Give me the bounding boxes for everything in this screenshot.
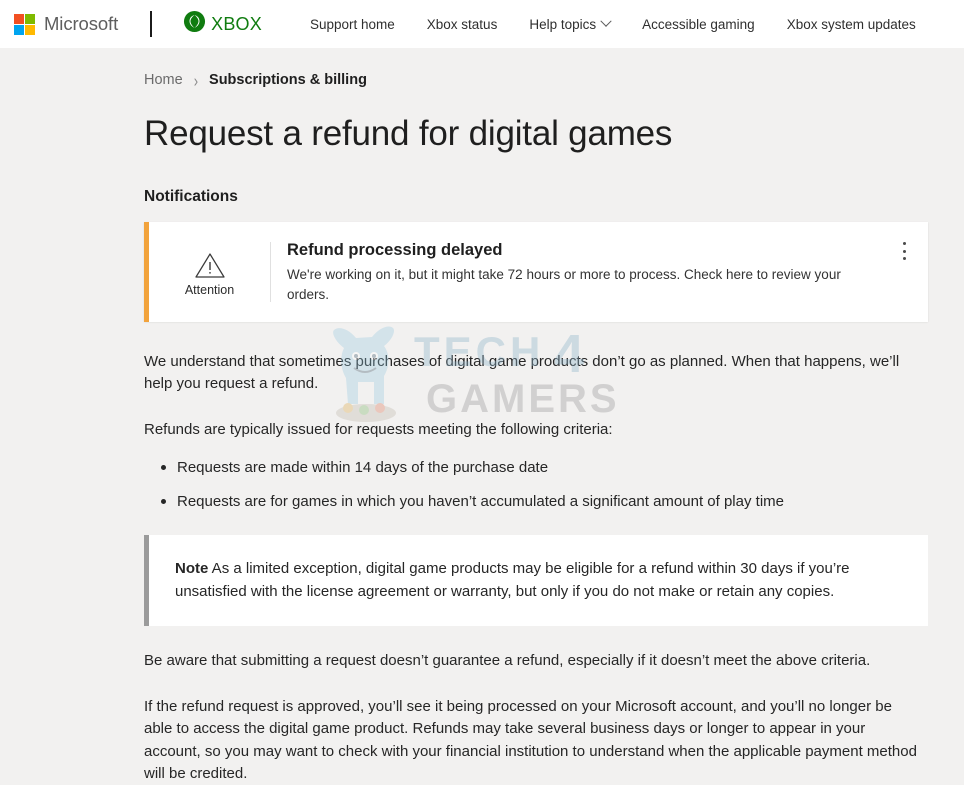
disclaimer-paragraph: Be aware that submitting a request doesn… [144,652,871,670]
chevron-down-icon [600,15,612,27]
xbox-logo-group[interactable]: XBOX [183,10,262,38]
list-item: Requests are for games in which you have… [161,491,964,513]
global-header: Microsoft XBOX Support home Xbox status … [0,0,964,48]
notification-text: We're working on it, but it might take 7… [287,267,841,302]
nav-label: Help topics [529,16,597,32]
xbox-sphere-icon [183,10,206,38]
microsoft-logo-group[interactable]: Microsoft [14,13,118,35]
note-callout: Note As a limited exception, digital gam… [144,535,928,627]
note-label: Note [175,560,209,578]
nav-item-support-home[interactable]: Support home [294,17,411,32]
note-text: Note As a limited exception, digital gam… [175,558,904,603]
breadcrumb: Home › Subscriptions & billing [144,48,964,91]
notification-card: Attention Refund processing delayed We'r… [144,222,928,323]
breadcrumb-item-current: Subscriptions & billing [209,72,367,88]
notification-icon-column: Attention [149,222,270,322]
nav-label: Accessible gaming [642,16,755,32]
page-content: Home › Subscriptions & billing Request a… [0,48,964,785]
breadcrumb-separator-icon: › [193,69,199,91]
approval-paragraph: If the refund request is approved, you’l… [144,698,917,782]
criteria-list: Requests are made within 14 days of the … [144,457,964,513]
criteria-intro-paragraph: Refunds are typically issued for request… [144,421,613,439]
intro-paragraph: We understand that sometimes purchases o… [144,353,900,393]
notifications-section-title: Notifications [144,188,238,205]
nav-item-xbox-system-updates[interactable]: Xbox system updates [771,17,932,32]
notification-icon-label: Attention [184,283,235,298]
nav-item-xbox-status[interactable]: Xbox status [411,17,514,32]
nav-label: Xbox system updates [786,16,916,32]
note-body: As a limited exception, digital game pro… [175,560,850,600]
notification-body: Refund processing delayed We're working … [271,222,928,322]
warning-triangle-icon [194,251,226,279]
xbox-wordmark: XBOX [211,13,262,34]
main-navigation: Support home Xbox status Help topics Acc… [294,15,932,32]
page-title: Request a refund for digital games [144,114,673,153]
header-divider [150,11,153,37]
microsoft-logo-icon [14,13,35,35]
notification-heading: Refund processing delayed [287,241,503,259]
breadcrumb-item-home[interactable]: Home [144,72,183,88]
more-options-icon[interactable] [896,240,912,262]
microsoft-wordmark: Microsoft [44,13,119,34]
nav-item-accessible-gaming[interactable]: Accessible gaming [626,17,771,32]
nav-label: Support home [309,16,395,32]
nav-label: Xbox status [426,16,498,32]
list-item: Requests are made within 14 days of the … [161,457,964,479]
nav-item-help-topics[interactable]: Help topics [513,15,626,32]
